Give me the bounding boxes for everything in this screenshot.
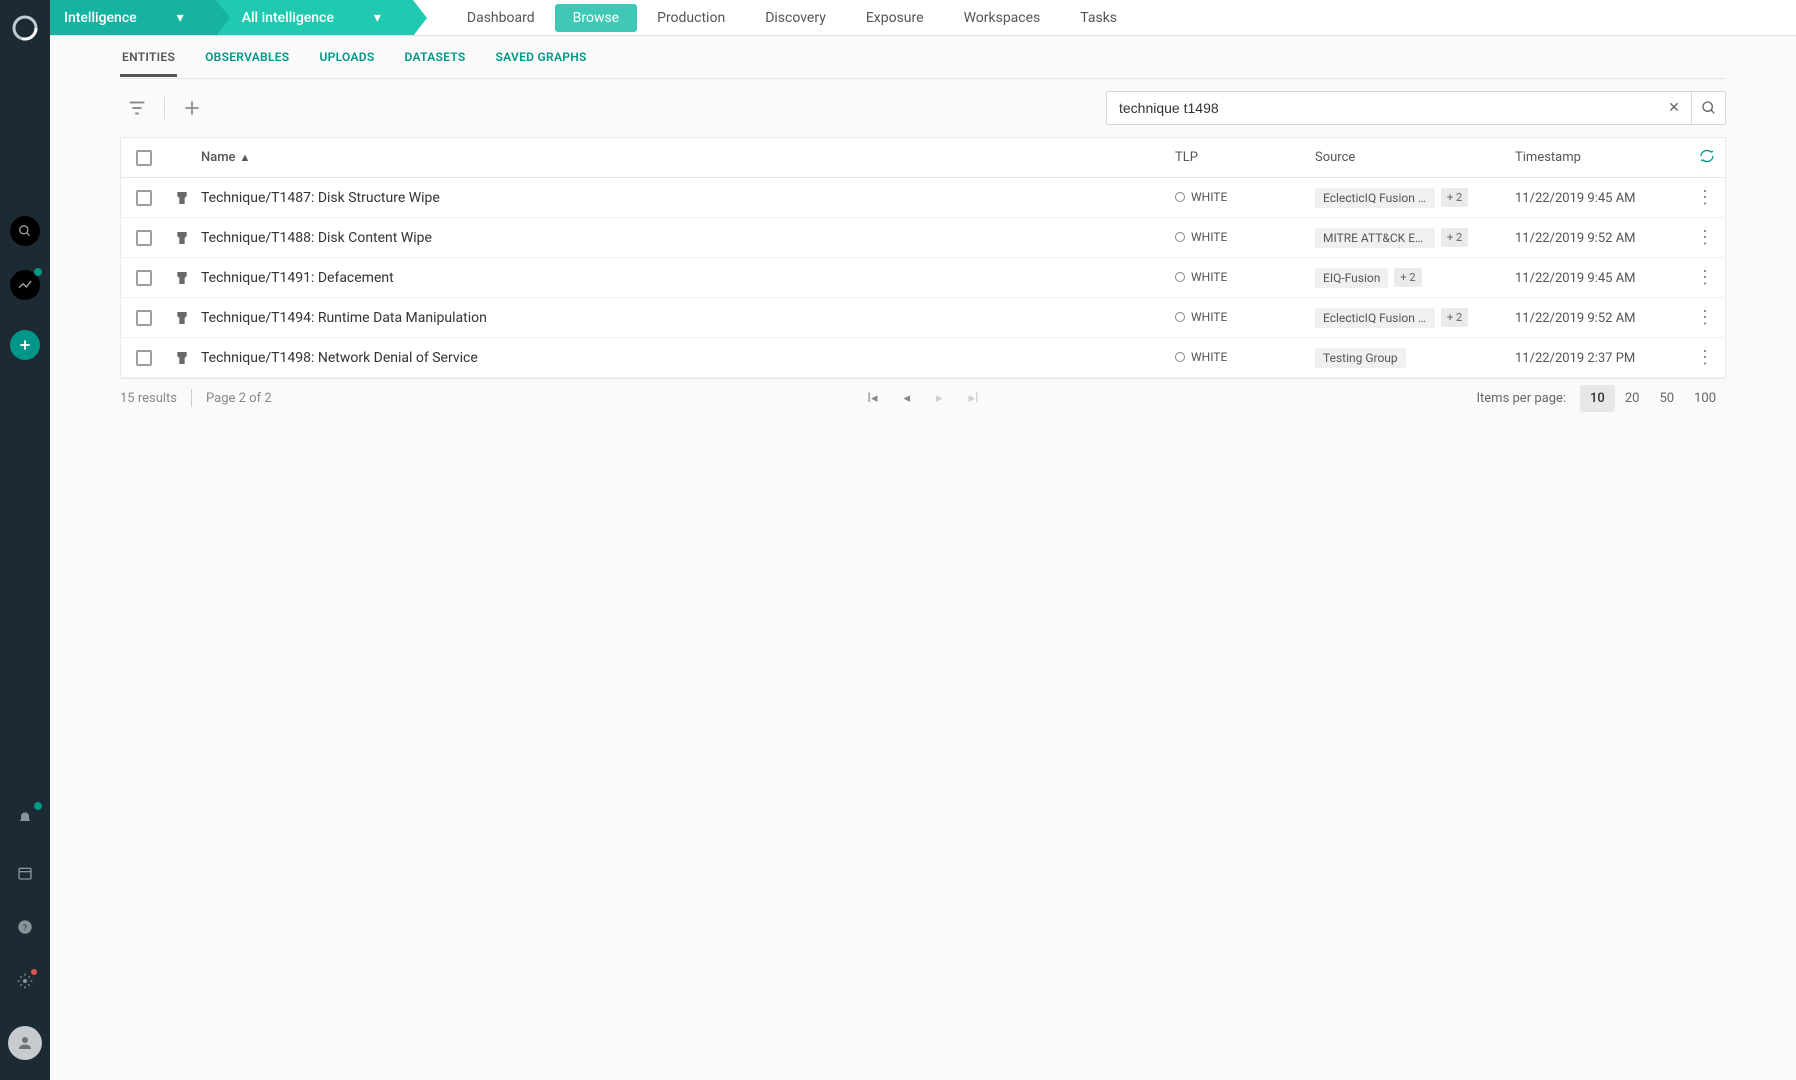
- svg-text:?: ?: [23, 923, 27, 933]
- col-name[interactable]: Name ▲: [197, 150, 1175, 165]
- nav-production[interactable]: Production: [637, 0, 745, 35]
- entity-type-icon: [167, 230, 197, 246]
- row-menu-icon[interactable]: ⋮: [1696, 349, 1714, 367]
- page-prev-icon[interactable]: ◂: [903, 391, 910, 406]
- row-checkbox[interactable]: [136, 230, 152, 246]
- graph-icon[interactable]: [10, 270, 40, 300]
- tab-saved-graphs[interactable]: SAVED GRAPHS: [494, 38, 589, 77]
- entity-type-icon: [167, 350, 197, 366]
- nav-dashboard[interactable]: Dashboard: [447, 0, 555, 35]
- breadcrumb-primary-label: Intelligence: [64, 10, 137, 26]
- add-button[interactable]: [10, 330, 40, 360]
- entity-name-link[interactable]: Technique/T1488: Disk Content Wipe: [201, 230, 432, 246]
- tab-entities[interactable]: ENTITIES: [120, 38, 177, 77]
- table-row[interactable]: Technique/T1487: Disk Structure Wipe WHI…: [121, 178, 1725, 218]
- row-menu-icon[interactable]: ⋮: [1696, 189, 1714, 207]
- entity-name-link[interactable]: Technique/T1494: Runtime Data Manipulati…: [201, 310, 487, 326]
- nav-exposure[interactable]: Exposure: [846, 0, 944, 35]
- timestamp: 11/22/2019 2:37 PM: [1515, 351, 1635, 366]
- tlp-badge: WHITE: [1175, 270, 1227, 284]
- col-source[interactable]: Source: [1315, 150, 1515, 165]
- settings-icon[interactable]: [10, 966, 40, 996]
- source-chip[interactable]: EclecticIQ Fusion Cen: [1315, 308, 1435, 328]
- tlp-badge: WHITE: [1175, 230, 1227, 244]
- bell-icon[interactable]: [10, 804, 40, 834]
- entity-name-link[interactable]: Technique/T1491: Defacement: [201, 270, 394, 286]
- breadcrumb-secondary-label: All intelligence: [242, 10, 334, 26]
- timestamp: 11/22/2019 9:52 AM: [1515, 311, 1636, 326]
- page-next-icon: ▸: [936, 391, 943, 406]
- refresh-icon[interactable]: [1699, 148, 1715, 168]
- filter-icon[interactable]: [120, 91, 154, 125]
- row-checkbox[interactable]: [136, 190, 152, 206]
- help-icon[interactable]: ?: [10, 912, 40, 942]
- clear-search-icon[interactable]: ✕: [1657, 91, 1691, 125]
- row-menu-icon[interactable]: ⋮: [1696, 309, 1714, 327]
- entity-type-icon: [167, 190, 197, 206]
- add-icon[interactable]: [175, 91, 209, 125]
- nav-workspaces[interactable]: Workspaces: [944, 0, 1061, 35]
- entity-name-link[interactable]: Technique/T1498: Network Denial of Servi…: [201, 350, 478, 366]
- col-timestamp[interactable]: Timestamp: [1515, 150, 1685, 165]
- source-chip[interactable]: Testing Group: [1315, 348, 1406, 368]
- source-more-chip[interactable]: + 2: [1441, 228, 1468, 247]
- items-per-page-10[interactable]: 10: [1580, 385, 1615, 412]
- table-row[interactable]: Technique/T1491: Defacement WHITE EIQ-Fu…: [121, 258, 1725, 298]
- entity-type-icon: [167, 310, 197, 326]
- nav-browse[interactable]: Browse: [555, 4, 637, 32]
- source-more-chip[interactable]: + 2: [1441, 308, 1468, 327]
- source-chip[interactable]: MITRE ATT&CK Enter: [1315, 228, 1435, 248]
- table-row[interactable]: Technique/T1498: Network Denial of Servi…: [121, 338, 1725, 378]
- search-submit-icon[interactable]: [1691, 91, 1725, 125]
- row-checkbox[interactable]: [136, 310, 152, 326]
- table-row[interactable]: Technique/T1494: Runtime Data Manipulati…: [121, 298, 1725, 338]
- breadcrumb-secondary[interactable]: All intelligence ▾: [216, 0, 413, 35]
- search-icon[interactable]: [10, 216, 40, 246]
- search-input[interactable]: [1107, 100, 1657, 116]
- table-row[interactable]: Technique/T1488: Disk Content Wipe WHITE…: [121, 218, 1725, 258]
- source-more-chip[interactable]: + 2: [1441, 188, 1468, 207]
- row-menu-icon[interactable]: ⋮: [1696, 229, 1714, 247]
- breadcrumb-primary[interactable]: Intelligence ▾: [50, 0, 216, 35]
- tab-uploads[interactable]: UPLOADS: [317, 38, 376, 77]
- page-last-icon: ▸I: [969, 391, 979, 406]
- source-chip[interactable]: EclecticIQ Fusion Cen: [1315, 188, 1435, 208]
- chevron-down-icon: ▾: [374, 10, 381, 26]
- tlp-badge: WHITE: [1175, 310, 1227, 324]
- row-menu-icon[interactable]: ⋮: [1696, 269, 1714, 287]
- timestamp: 11/22/2019 9:52 AM: [1515, 231, 1636, 246]
- timestamp: 11/22/2019 9:45 AM: [1515, 191, 1636, 206]
- app-logo[interactable]: [11, 14, 39, 42]
- chevron-down-icon: ▾: [177, 10, 184, 26]
- items-per-page-label: Items per page:: [1476, 391, 1566, 406]
- page-first-icon[interactable]: I◂: [867, 391, 877, 406]
- entity-type-icon: [167, 270, 197, 286]
- row-checkbox[interactable]: [136, 270, 152, 286]
- items-per-page-20[interactable]: 20: [1615, 385, 1650, 412]
- source-chip[interactable]: EIQ-Fusion: [1315, 268, 1388, 288]
- tlp-badge: WHITE: [1175, 350, 1227, 364]
- nav-discovery[interactable]: Discovery: [745, 0, 846, 35]
- entity-name-link[interactable]: Technique/T1487: Disk Structure Wipe: [201, 190, 440, 206]
- tab-observables[interactable]: OBSERVABLES: [203, 38, 291, 77]
- tlp-badge: WHITE: [1175, 190, 1227, 204]
- items-per-page-100[interactable]: 100: [1684, 385, 1726, 412]
- calendar-icon[interactable]: [10, 858, 40, 888]
- tab-datasets[interactable]: DATASETS: [403, 38, 468, 77]
- timestamp: 11/22/2019 9:45 AM: [1515, 271, 1636, 286]
- page-indicator: Page 2 of 2: [206, 391, 272, 406]
- select-all-checkbox[interactable]: [136, 150, 152, 166]
- avatar[interactable]: [8, 1026, 42, 1060]
- results-count: 15 results: [120, 391, 177, 406]
- col-tlp[interactable]: TLP: [1175, 150, 1315, 165]
- items-per-page-50[interactable]: 50: [1649, 385, 1684, 412]
- source-more-chip[interactable]: + 2: [1394, 268, 1421, 287]
- sort-asc-icon: ▲: [240, 151, 251, 164]
- nav-tasks[interactable]: Tasks: [1060, 0, 1137, 35]
- row-checkbox[interactable]: [136, 350, 152, 366]
